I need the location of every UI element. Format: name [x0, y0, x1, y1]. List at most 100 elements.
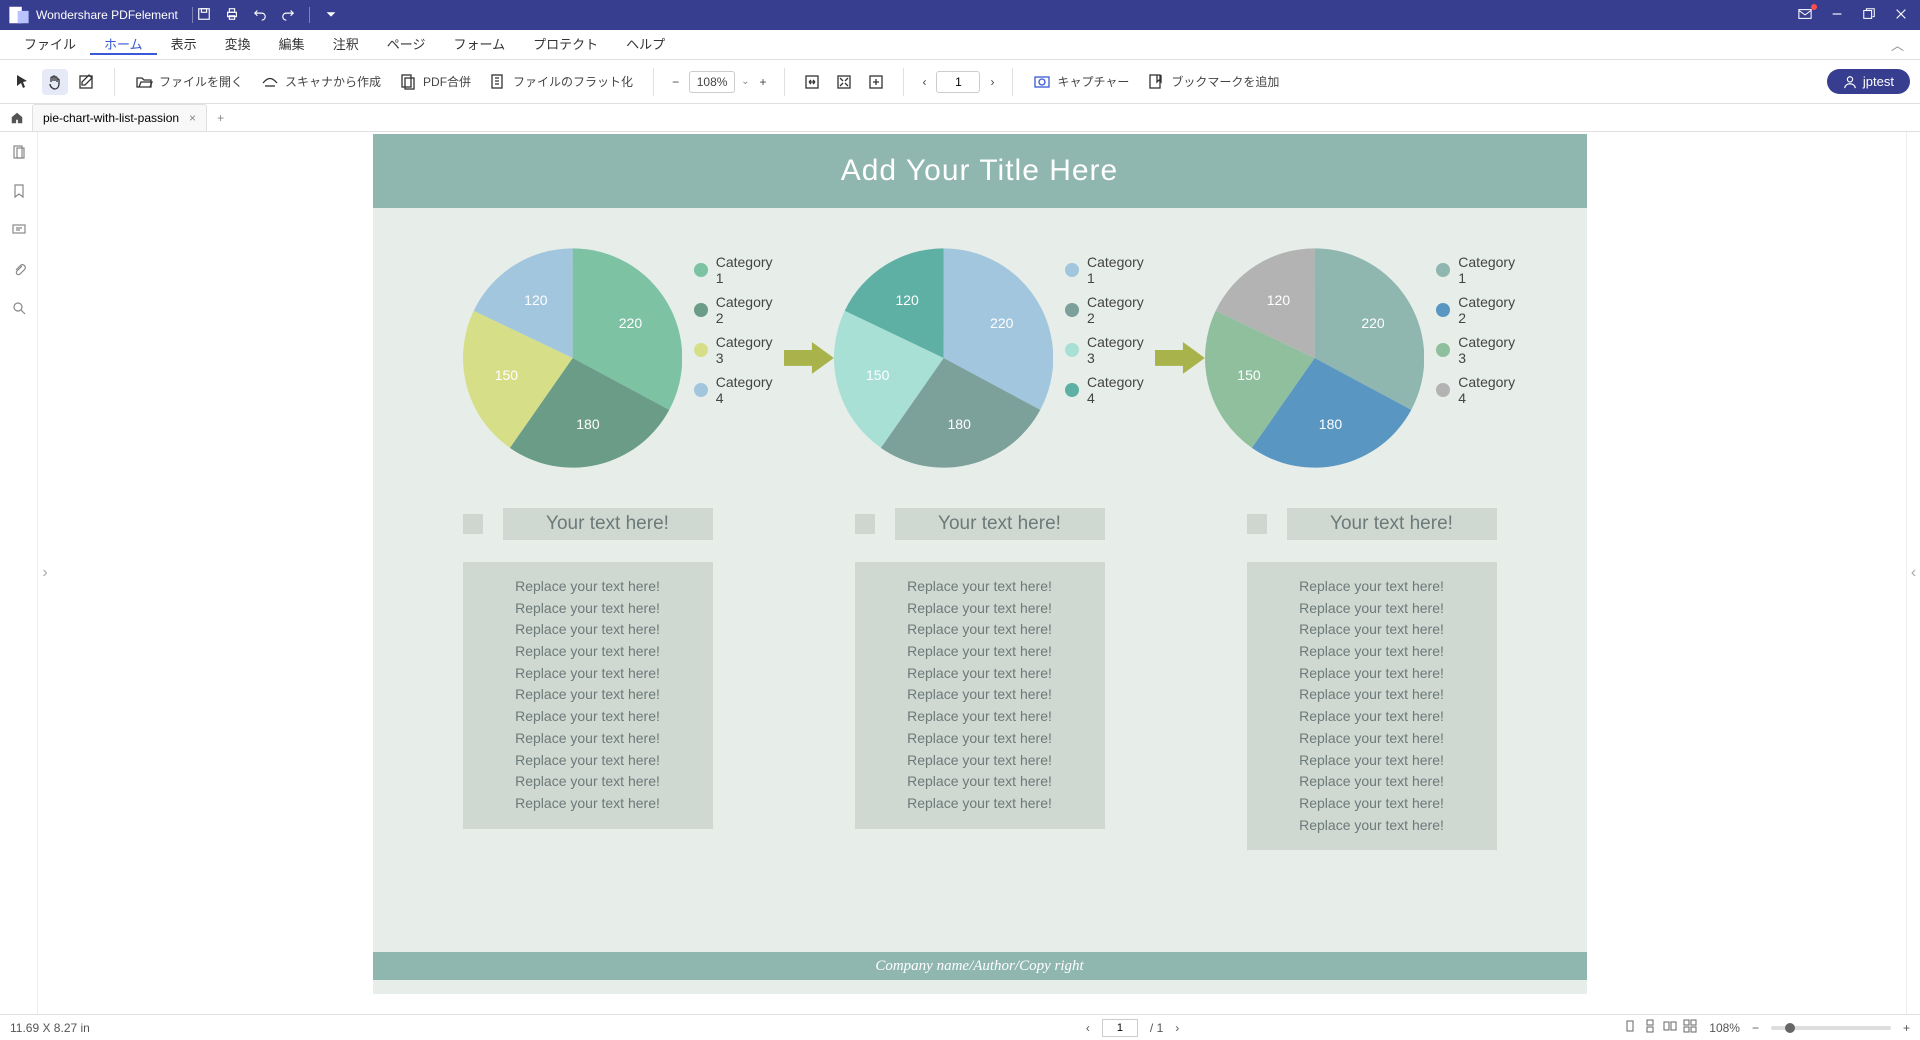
- text-block-1: Your text here!Replace your text here!Re…: [463, 508, 713, 850]
- thumbnails-icon[interactable]: [11, 144, 27, 165]
- save-icon[interactable]: [197, 7, 211, 24]
- legend-label: Category 2: [1087, 294, 1155, 326]
- menu-編集[interactable]: 編集: [265, 34, 319, 53]
- bullet-icon: [463, 514, 483, 534]
- document-tab-label: pie-chart-with-list-passion: [43, 111, 179, 125]
- search-icon[interactable]: [11, 300, 27, 321]
- legend-swatch: [1065, 383, 1079, 397]
- view-two-icon[interactable]: [1663, 1019, 1677, 1036]
- status-next-page-icon[interactable]: ›: [1175, 1021, 1179, 1035]
- pie-chart-2: 220180150120Category 1Category 2Category…: [834, 248, 1155, 468]
- menu-プロテクト[interactable]: プロテクト: [519, 34, 612, 53]
- legend-swatch: [1065, 303, 1079, 317]
- fit-width-icon[interactable]: [799, 69, 825, 95]
- arrow-icon: [784, 340, 834, 376]
- undo-icon[interactable]: [253, 7, 267, 24]
- from-scanner-button[interactable]: スキャナから作成: [255, 69, 387, 95]
- legend-item: Category 1: [694, 254, 784, 286]
- menu-注釈[interactable]: 注釈: [319, 34, 373, 53]
- text-block-2: Your text here!Replace your text here!Re…: [855, 508, 1105, 850]
- legend-label: Category 1: [716, 254, 784, 286]
- collapse-ribbon-icon[interactable]: ︿: [1885, 35, 1910, 54]
- user-account-button[interactable]: jptest: [1827, 69, 1910, 94]
- expand-rail-icon[interactable]: ›: [37, 553, 53, 593]
- edit-tool-icon[interactable]: [74, 69, 100, 95]
- status-page-input[interactable]: [1102, 1019, 1138, 1037]
- menu-ホーム[interactable]: ホーム: [90, 34, 157, 55]
- minimize-icon[interactable]: [1830, 7, 1844, 24]
- legend-item: Category 1: [1065, 254, 1155, 286]
- toolbar: ファイルを開く スキャナから作成 PDF合併 ファイルのフラット化 − 108%…: [0, 60, 1920, 104]
- menu-ファイル[interactable]: ファイル: [10, 34, 90, 53]
- status-zoom-out-icon[interactable]: −: [1752, 1021, 1759, 1035]
- tab-strip: pie-chart-with-list-passion × +: [0, 104, 1920, 132]
- view-continuous-icon[interactable]: [1643, 1019, 1657, 1036]
- document-footer: Company name/Author/Copy right: [373, 952, 1587, 980]
- close-tab-icon[interactable]: ×: [189, 111, 196, 125]
- status-prev-page-icon[interactable]: ‹: [1086, 1021, 1090, 1035]
- capture-button[interactable]: キャプチャー: [1027, 69, 1135, 95]
- text-body: Replace your text here!Replace your text…: [1247, 562, 1497, 850]
- zoom-dropdown-icon[interactable]: ⌄: [741, 76, 749, 87]
- text-body: Replace your text here!Replace your text…: [463, 562, 713, 829]
- right-rail-expand-icon[interactable]: ‹: [1906, 132, 1920, 1014]
- legend-label: Category 3: [716, 334, 784, 366]
- view-grid-icon[interactable]: [1683, 1019, 1697, 1036]
- mail-icon[interactable]: [1798, 7, 1812, 24]
- legend-label: Category 4: [1087, 374, 1155, 406]
- print-icon[interactable]: [225, 7, 239, 24]
- legend-item: Category 2: [1436, 294, 1526, 326]
- legend-swatch: [694, 343, 708, 357]
- select-tool-icon[interactable]: [10, 69, 36, 95]
- home-tab-icon[interactable]: [6, 111, 28, 125]
- bookmark-icon[interactable]: [11, 183, 27, 204]
- text-head-label: Your text here!: [1287, 508, 1497, 540]
- pie-chart-1: 220180150120Category 1Category 2Category…: [463, 248, 784, 468]
- zoom-out-icon[interactable]: −: [668, 71, 683, 93]
- legend-label: Category 2: [716, 294, 784, 326]
- text-head-label: Your text here!: [895, 508, 1105, 540]
- dropdown-icon[interactable]: [324, 7, 338, 24]
- close-icon[interactable]: [1894, 7, 1908, 24]
- menu-表示[interactable]: 表示: [157, 34, 211, 53]
- actual-size-icon[interactable]: [863, 69, 889, 95]
- legend-item: Category 3: [1436, 334, 1526, 366]
- document-tab[interactable]: pie-chart-with-list-passion ×: [32, 104, 207, 131]
- legend-label: Category 4: [1458, 374, 1526, 406]
- flatten-label: ファイルのフラット化: [513, 73, 633, 90]
- redo-icon[interactable]: [281, 7, 295, 24]
- flatten-button[interactable]: ファイルのフラット化: [483, 69, 639, 95]
- legend-item: Category 4: [1065, 374, 1155, 406]
- fit-page-icon[interactable]: [831, 69, 857, 95]
- pdf-merge-button[interactable]: PDF合併: [393, 69, 477, 95]
- add-bookmark-button[interactable]: ブックマークを追加: [1141, 69, 1285, 95]
- hand-tool-icon[interactable]: [42, 69, 68, 95]
- legend-swatch: [1065, 343, 1079, 357]
- view-single-icon[interactable]: [1623, 1019, 1637, 1036]
- attachment-icon[interactable]: [11, 261, 27, 282]
- legend-label: Category 1: [1458, 254, 1526, 286]
- document-title: Add Your Title Here: [373, 134, 1587, 208]
- open-file-button[interactable]: ファイルを開く: [129, 69, 249, 95]
- comment-icon[interactable]: [11, 222, 27, 243]
- page-input[interactable]: [936, 71, 980, 93]
- menu-フォーム[interactable]: フォーム: [439, 34, 519, 53]
- menu-ページ[interactable]: ページ: [373, 34, 440, 53]
- legend-item: Category 4: [1436, 374, 1526, 406]
- add-tab-icon[interactable]: +: [211, 111, 230, 125]
- status-zoom-in-icon[interactable]: +: [1903, 1021, 1910, 1035]
- zoom-in-icon[interactable]: +: [755, 71, 770, 93]
- app-name: Wondershare PDFelement: [36, 8, 178, 22]
- status-bar: 11.69 X 8.27 in ‹ / 1 › 108% − +: [0, 1014, 1920, 1040]
- document-canvas[interactable]: Add Your Title Here 220180150120Category…: [53, 132, 1906, 1014]
- prev-page-icon[interactable]: ‹: [918, 71, 930, 93]
- menu-ヘルプ[interactable]: ヘルプ: [612, 34, 679, 53]
- next-page-icon[interactable]: ›: [986, 71, 998, 93]
- maximize-icon[interactable]: [1862, 7, 1876, 24]
- pie-chart-3: 220180150120Category 1Category 2Category…: [1205, 248, 1526, 468]
- legend-item: Category 2: [694, 294, 784, 326]
- zoom-value[interactable]: 108%: [689, 71, 735, 93]
- legend-swatch: [694, 303, 708, 317]
- menu-変換[interactable]: 変換: [211, 34, 265, 53]
- zoom-slider[interactable]: [1771, 1026, 1891, 1030]
